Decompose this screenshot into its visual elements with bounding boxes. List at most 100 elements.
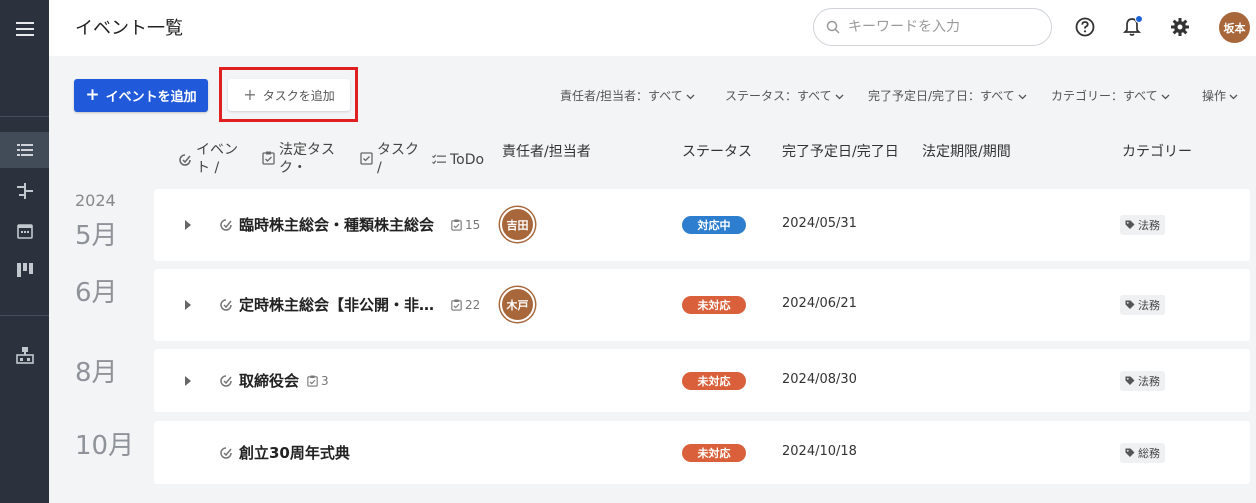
add-event-label: イベントを追加 [105, 90, 197, 105]
event-icon [220, 447, 232, 459]
due-date: 2024/10/18 [782, 444, 857, 459]
category-tag: 法務 [1120, 371, 1165, 391]
task-count: 15 [451, 218, 480, 232]
event-name[interactable]: 取締役会 [239, 370, 299, 391]
column-header-legal-task: 法定タス ク・ [262, 141, 335, 177]
event-row[interactable]: 創立30周年式典 未対応 2024/10/18 総務 [154, 421, 1250, 484]
owner-avatar[interactable]: 木戸 [500, 287, 535, 322]
chevron-down-icon [835, 89, 844, 103]
gear-icon[interactable] [1168, 15, 1192, 39]
sidebar-divider [0, 116, 49, 117]
page-title: イベント一覧 [75, 18, 183, 39]
event-name[interactable]: 臨時株主総会・種類株主総会 [239, 214, 434, 235]
event-row[interactable]: 取締役会 3 未対応 2024/08/30 法務 [154, 349, 1250, 412]
due-date: 2024/06/21 [782, 296, 857, 311]
event-name[interactable]: 創立30周年式典 [239, 442, 350, 463]
tag-icon [1125, 300, 1135, 309]
expand-caret-icon[interactable] [185, 220, 191, 230]
event-icon [220, 219, 232, 231]
category-label: 法務 [1138, 219, 1160, 232]
column-header-category: カテゴリー [1122, 144, 1192, 160]
task-count: 3 [307, 374, 329, 388]
menu-icon[interactable] [0, 11, 49, 47]
clipboard-check-icon [451, 299, 462, 311]
event-icon [220, 299, 232, 311]
due-date: 2024/08/30 [782, 372, 857, 387]
event-name[interactable]: 定時株主総会【非公開・非… [239, 294, 434, 315]
chevron-down-icon [1161, 89, 1170, 103]
highlight-box [219, 67, 358, 122]
category-tag: 総務 [1120, 443, 1165, 463]
todo-list-icon [432, 154, 446, 165]
chevron-down-icon [1229, 89, 1238, 103]
filter-status-label: ステータス：すべて [725, 89, 832, 103]
month-label: 10月 [75, 431, 135, 461]
organization-icon[interactable] [0, 337, 49, 373]
plus-icon: + [85, 85, 100, 105]
column-legal-task-label: 法定タス ク・ [279, 142, 335, 176]
checkbox-icon [360, 152, 373, 165]
task-count-value: 15 [465, 218, 481, 232]
column-task-label: タスク / [377, 142, 419, 176]
event-row[interactable]: 定時株主総会【非公開・非… 22 木戸 未対応 2024/06/21 法務 [154, 269, 1250, 341]
sidebar [0, 0, 49, 503]
notification-dot [1135, 15, 1143, 23]
status-badge: 未対応 [682, 296, 746, 314]
column-header-task: タスク / [360, 141, 419, 177]
tag-icon [1125, 220, 1135, 229]
filter-status[interactable]: ステータス：すべて [725, 87, 844, 104]
category-tag: 法務 [1120, 295, 1165, 315]
search-input[interactable] [848, 19, 1028, 35]
filter-owner[interactable]: 責任者/担当者：すべて [560, 87, 695, 104]
owner-avatar[interactable]: 吉田 [500, 207, 535, 242]
column-header-legal-deadline: 法定期限/期間 [922, 144, 1011, 160]
task-count-value: 22 [465, 298, 481, 312]
column-header-owner: 責任者/担当者 [502, 144, 591, 160]
column-header-todo: ToDo [432, 151, 484, 169]
bell-icon[interactable] [1120, 15, 1144, 39]
expand-caret-icon[interactable] [185, 300, 191, 310]
status-badge: 未対応 [682, 372, 746, 390]
column-header-due: 完了予定日/完了日 [782, 144, 899, 160]
tag-icon [1125, 448, 1135, 457]
month-label: 6月 [75, 278, 118, 308]
search-icon [826, 20, 840, 34]
clipboard-check-icon [262, 151, 275, 165]
actions-menu[interactable]: 操作 [1202, 87, 1238, 104]
tag-icon [1125, 376, 1135, 385]
kanban-icon[interactable] [0, 253, 49, 289]
filter-due-date-label: 完了予定日/完了日：すべて [868, 89, 1015, 103]
chevron-down-icon [1018, 89, 1027, 103]
chevron-down-icon [686, 89, 695, 103]
list-view-icon[interactable] [0, 132, 49, 168]
status-badge: 未対応 [682, 444, 746, 462]
task-count-value: 3 [321, 374, 329, 388]
search-box[interactable] [813, 8, 1052, 46]
gantt-view-icon[interactable] [0, 173, 49, 209]
status-badge: 対応中 [682, 216, 746, 234]
clipboard-check-icon [307, 375, 318, 387]
clipboard-check-icon [451, 219, 462, 231]
filter-owner-label: 責任者/担当者：すべて [560, 89, 683, 103]
add-event-button[interactable]: + イベントを追加 [74, 79, 208, 112]
user-avatar[interactable]: 坂本 [1219, 12, 1250, 43]
column-header-status: ステータス [682, 144, 752, 160]
month-label: 5月 [75, 221, 118, 251]
event-row[interactable]: 臨時株主総会・種類株主総会 15 吉田 対応中 2024/05/31 法務 [154, 189, 1250, 261]
column-header-event: イベン ト / [178, 141, 238, 177]
category-label: 総務 [1138, 447, 1160, 460]
task-count: 22 [451, 298, 480, 312]
category-tag: 法務 [1120, 215, 1165, 235]
filter-due-date[interactable]: 完了予定日/完了日：すべて [868, 87, 1027, 104]
help-icon[interactable] [1073, 15, 1097, 39]
top-header: イベント一覧 坂本 [49, 0, 1256, 56]
expand-caret-icon[interactable] [185, 376, 191, 386]
calendar-icon[interactable] [0, 213, 49, 249]
sidebar-divider [0, 315, 49, 316]
month-label: 8月 [75, 358, 118, 388]
category-label: 法務 [1138, 299, 1160, 312]
filter-category-label: カテゴリー：すべて [1051, 89, 1158, 103]
filter-category[interactable]: カテゴリー：すべて [1051, 87, 1170, 104]
due-date: 2024/05/31 [782, 216, 857, 231]
actions-menu-label: 操作 [1202, 89, 1227, 103]
